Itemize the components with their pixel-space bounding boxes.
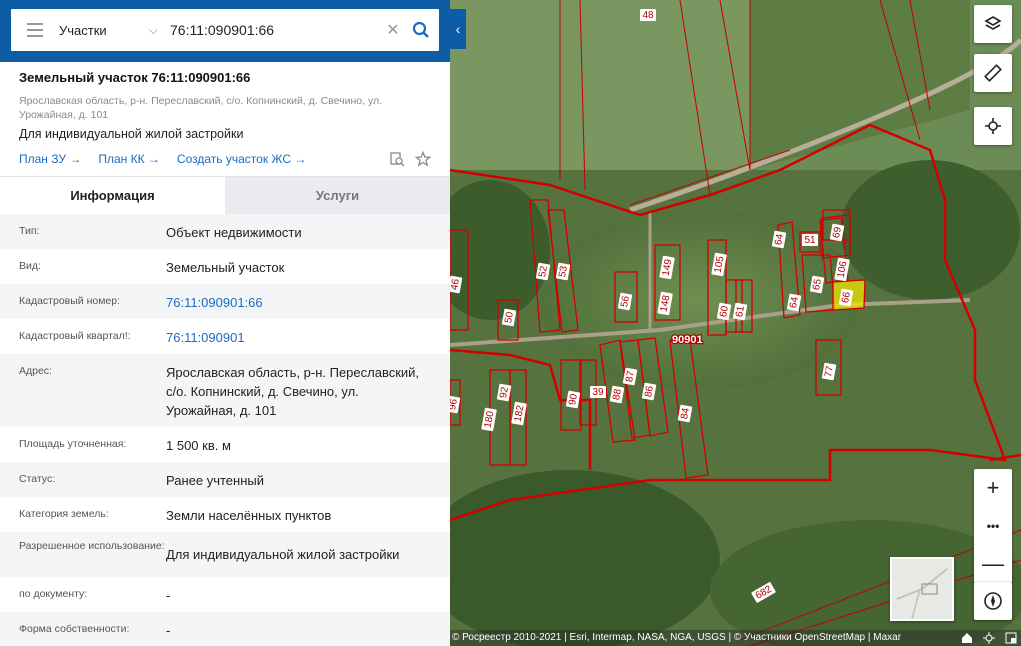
parcel-label: 48 (642, 10, 654, 21)
info-row: Категория земель: Земли населённых пункто… (19, 508, 332, 523)
object-title: Земельный участок 76:11:090901:66 (19, 70, 251, 85)
info-row: Форма собственности: - (0, 612, 450, 646)
create-parcel-link[interactable]: Создать участок ЖС → (177, 152, 306, 166)
info-panel: Участки ⌵ ✕ Земельный участок 76:11:0909… (0, 0, 450, 646)
chevron-left-icon: ‹ (455, 21, 461, 37)
search-doc-icon[interactable] (389, 151, 405, 167)
tab-information[interactable]: Информация (0, 177, 225, 214)
info-row: Кадастровый номер: 76:11:090901:66 (0, 284, 450, 319)
attribution-text: © Росреестр 2010-2021 | Esri, Intermap, … (452, 632, 902, 643)
locate-button[interactable] (974, 107, 1012, 145)
search-mode-label: Участки (59, 22, 107, 38)
zoom-in-button[interactable]: + (974, 469, 1012, 507)
search-bar: Участки ⌵ ✕ (0, 0, 450, 62)
map-view[interactable]: 48 46 50 52 53 56 149 148 105 60 61 64 51 69 65 106 64 66… (450, 0, 1021, 646)
layers-icon (984, 16, 1002, 30)
info-row: по документу: - (19, 588, 171, 603)
clear-icon[interactable]: ✕ (383, 20, 403, 40)
plan-kk-link[interactable]: План КК → (98, 152, 160, 166)
zoom-more-button[interactable]: ••• (974, 507, 1012, 545)
star-icon[interactable] (415, 151, 431, 167)
search-icon (412, 21, 429, 38)
zoom-out-button[interactable]: — (974, 545, 1012, 583)
object-usage: Для индивидуальной жилой застройки (19, 127, 244, 141)
object-address: Ярославская область, р-н. Переславский, … (19, 95, 383, 121)
layers-button[interactable] (974, 5, 1012, 43)
parcel-label: 39 (592, 387, 604, 398)
compass-button[interactable] (974, 582, 1012, 620)
map-attribution: © Росреестр 2010-2021 | Esri, Intermap, … (450, 630, 1021, 646)
compass-icon (984, 592, 1002, 610)
ruler-icon (984, 64, 1002, 82)
hamburger-icon (27, 23, 43, 25)
menu-button[interactable] (11, 9, 59, 51)
tab-bar: Информация Услуги (0, 176, 450, 214)
tab-services[interactable]: Услуги (225, 177, 450, 214)
info-row: Кадастровый квартал!: 76:11:090901 (0, 319, 450, 354)
info-list: Тип: Объект недвижимости Вид: Земельный уч… (0, 214, 450, 646)
info-row: Вид: Земельный участок (19, 260, 285, 275)
search-input[interactable] (164, 10, 383, 50)
info-row: Разрешенное использование: Для индивидуал… (0, 532, 450, 577)
zoom-controls: + ••• — (974, 469, 1012, 583)
info-row: Площадь уточненная: 1 500 кв. м (19, 438, 231, 453)
ruler-button[interactable] (974, 54, 1012, 92)
plan-zu-link[interactable]: План ЗУ → (19, 152, 81, 166)
search-mode-select[interactable]: Участки ⌵ (59, 23, 164, 38)
collapse-panel-button[interactable]: ‹ (450, 9, 466, 49)
satellite-imagery[interactable]: 48465052 535614914810560 6164 51696510664 66… (450, 0, 1021, 646)
crosshair-icon (985, 118, 1001, 134)
minimap[interactable] (890, 557, 954, 621)
info-row: Статус: Ранее учтенный (0, 462, 450, 497)
home-icon[interactable] (961, 632, 973, 644)
parcel-label: 51 (804, 235, 816, 246)
object-header: Земельный участок 76:11:090901:66 Яросла… (0, 62, 450, 168)
quarter-label: 90901 (672, 334, 703, 346)
chevron-down-icon: ⌵ (148, 22, 158, 37)
cadastral-number-link[interactable]: 76:11:090901:66 (166, 284, 431, 319)
crosshair-small-icon[interactable] (983, 632, 995, 644)
fullscreen-icon[interactable] (1005, 632, 1017, 644)
info-row: Адрес: Ярославская область, р-н. Переслав… (0, 354, 450, 427)
search-button[interactable] (403, 21, 439, 39)
info-row: Тип: Объект недвижимости (0, 214, 450, 249)
cadastral-quarter-link[interactable]: 76:11:090901 (166, 319, 431, 354)
